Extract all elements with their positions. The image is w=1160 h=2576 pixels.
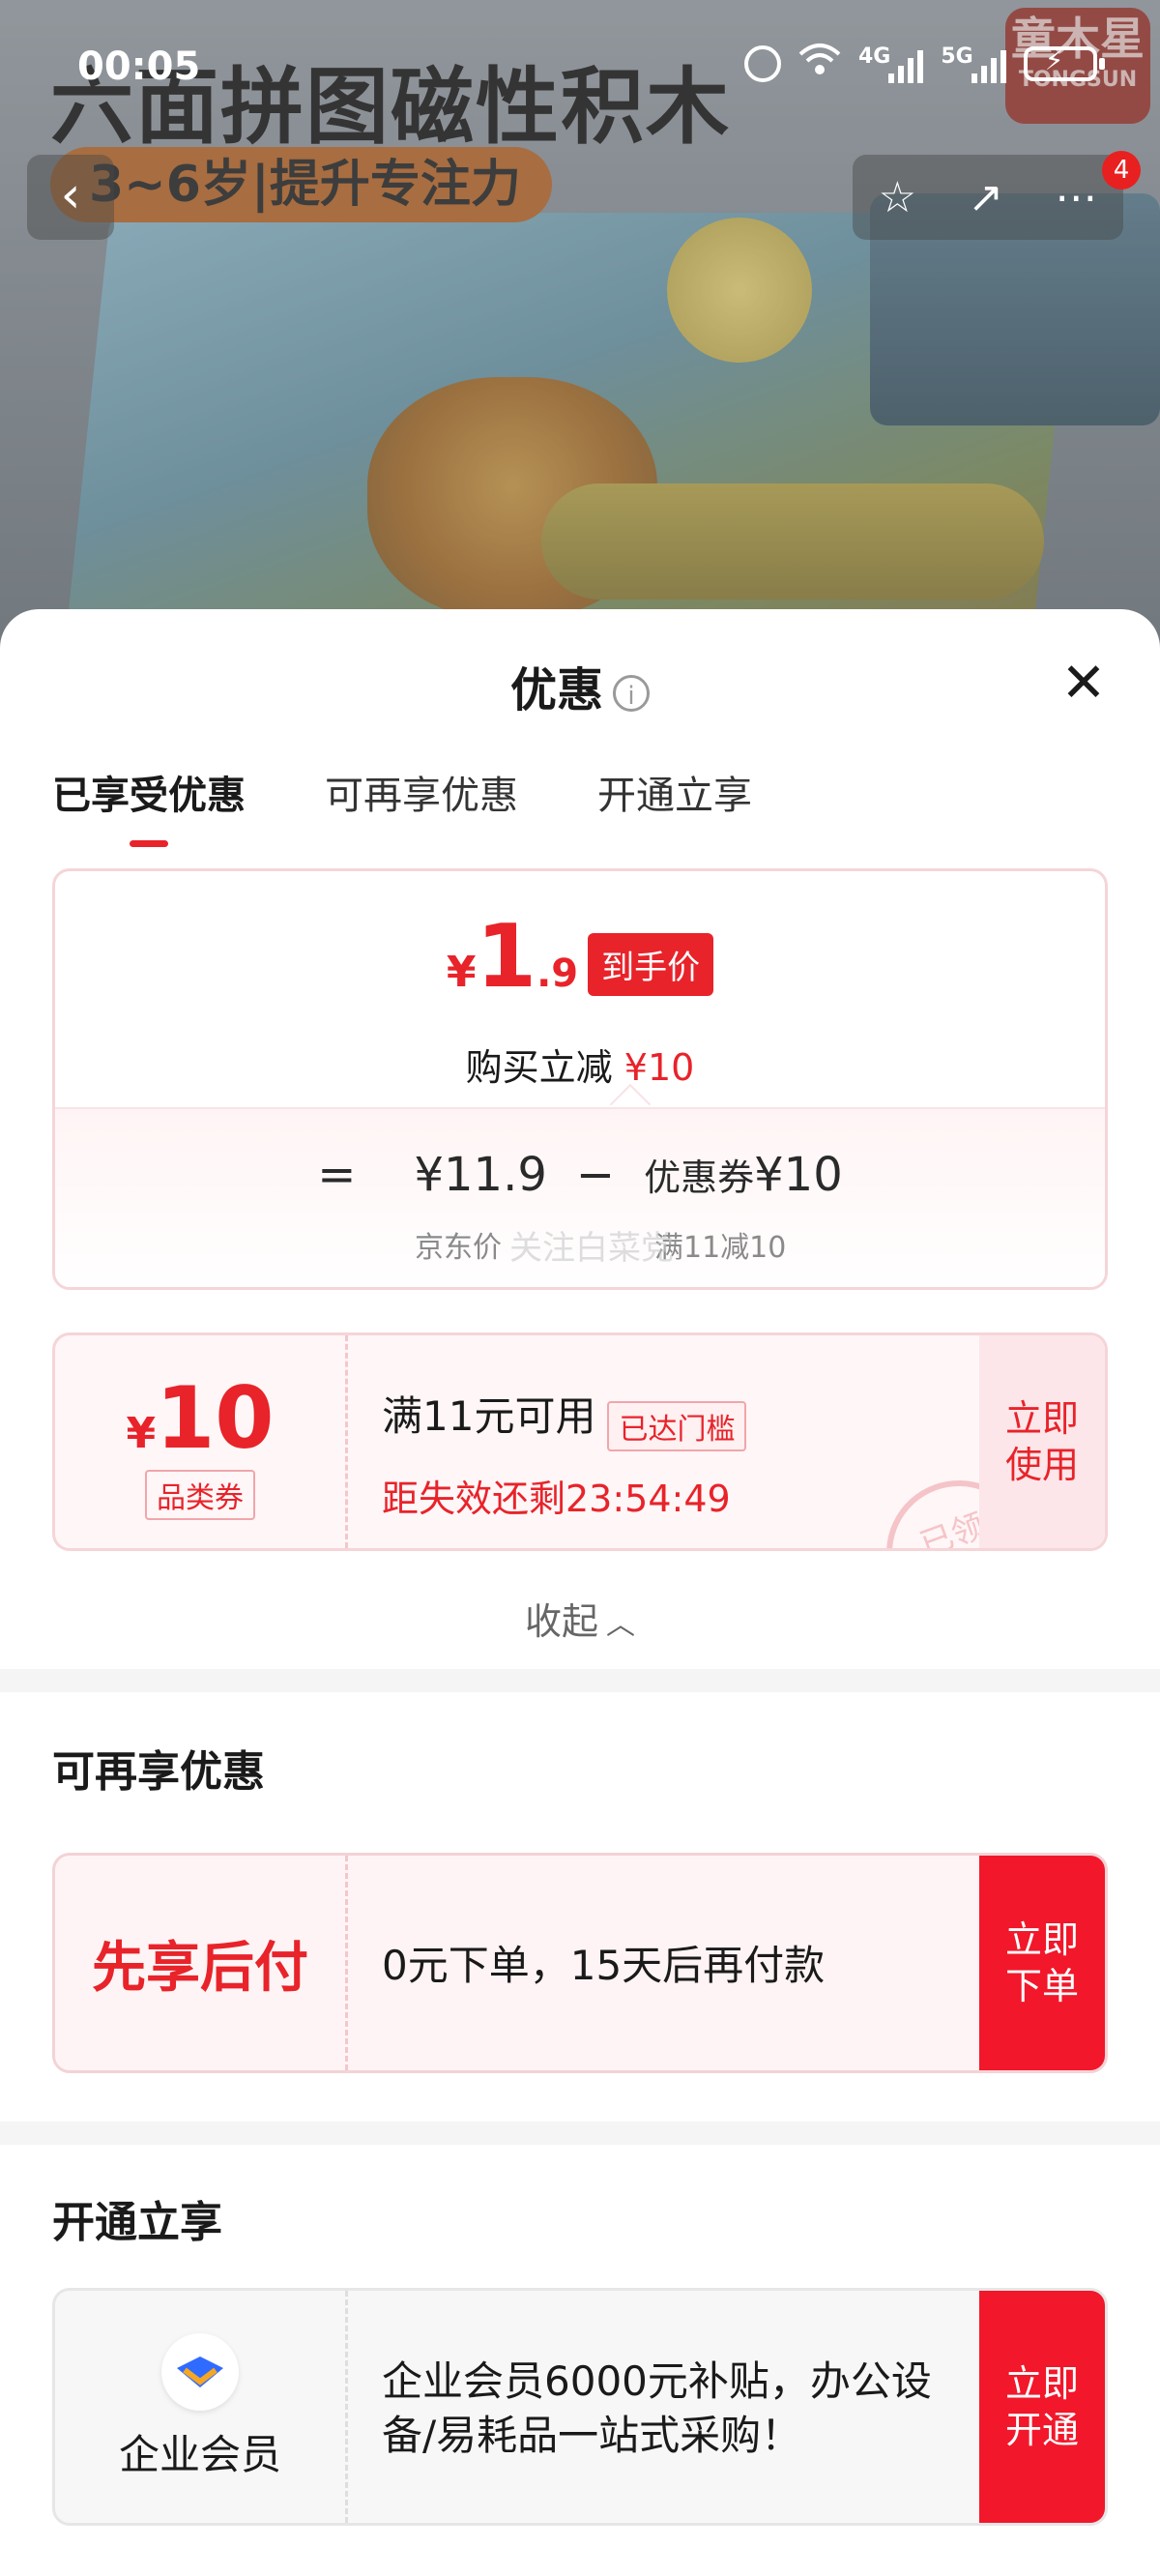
coupon-countdown: 距失效还剩23:54:49 [382,1477,731,1520]
info-icon[interactable]: i [613,675,650,712]
chevron-left-icon: ‹ [60,166,81,224]
price-decimal: .9 [536,951,579,996]
tab-enjoyed[interactable]: 已享受优惠 [52,764,246,847]
coupon-type-badge: 品类券 [145,1470,255,1520]
back-button[interactable]: ‹ [27,155,114,240]
formula-line: = ¥11.9− 优惠券¥10 [55,1148,1105,1202]
coupon-amount-value: 10 [156,1368,275,1468]
sheet-title: 优惠 [509,663,603,717]
discount-tabs: 已享受优惠 可再享优惠 开通立享 [52,764,752,847]
price-integer: 1 [476,906,537,1008]
order-now-label: 立即 下单 [1004,1918,1079,2007]
favorite-star-icon[interactable]: ☆ [879,173,916,222]
message-badge: 4 [1102,151,1141,190]
coupon-condition: 满11元可用 [382,1392,596,1440]
enterprise-member-block: 企业会员 [55,2291,348,2523]
coupon-formula-label: 优惠券 [644,1156,755,1199]
pay-later-text: 0元下单，15天后再付款 [382,1942,826,1989]
status-bar: 00:05 4G 5G [0,0,1160,135]
network-label-4g: 4G [858,44,891,69]
enterprise-member-text: 企业会员6000元补贴，办公设备/易耗品一站式采购！ [382,2357,932,2459]
activate-title: 开通立享 [52,2198,222,2247]
price-formula: = ¥11.9− 优惠券¥10 京东价 满11减10 关注白菜党 [55,1107,1105,1287]
wifi-icon [798,43,841,85]
collapse-button[interactable]: 收起 ︿ [0,1592,1160,1645]
reduction-value: ¥10 [624,1046,695,1089]
use-now-button[interactable]: 立即 使用 [979,1335,1105,1548]
enterprise-member-card: 企业会员 企业会员6000元补贴，办公设备/易耗品一站式采购！ 立即 开通 [52,2288,1108,2526]
price-summary-card: ¥1.9 到手价 购买立减 ¥10 = ¥11.9− 优惠券¥10 京东价 满11减1… [52,868,1108,1290]
activate-now-label: 立即 开通 [1004,2362,1079,2451]
order-now-button[interactable]: 立即 下单 [979,1856,1105,2070]
pay-later-card: 先享后付 0元下单，15天后再付款 立即 下单 [52,1853,1108,2073]
coupon-rule: 满11减10 [654,1231,787,1265]
signal-4g-icon: 4G [858,44,924,83]
use-now-label: 立即 使用 [1004,1397,1079,1486]
alarm-icon [744,45,781,82]
section-divider [0,1669,1160,1692]
minus-sign: − [575,1148,616,1202]
jd-price-label: 京东价 [415,1231,502,1265]
battery-charging-icon [1023,44,1105,81]
coupon-currency: ¥ [126,1409,157,1458]
close-icon[interactable]: ✕ [1059,657,1108,711]
status-icons: 4G 5G [744,43,1105,85]
pay-later-label: 先享后付 [92,1936,308,2000]
share-icon[interactable]: ↗ [968,173,1003,222]
sheet-header: 优惠 i [0,652,1160,719]
threshold-reached-badge: 已达门槛 [607,1400,747,1451]
section-divider [0,2122,1160,2145]
coupon-formula-value: ¥10 [754,1148,843,1202]
final-price: ¥1.9 到手价 [55,906,1105,1013]
signal-5g-icon: 5G [941,44,1006,83]
coupon-amount: ¥10 [55,1368,345,1468]
category-coupon: ¥10 品类券 满11元可用 已达门槛 距失效还剩23:54:49 已领 立即 使… [52,1332,1108,1551]
activate-now-button[interactable]: 立即 开通 [979,2291,1105,2523]
final-price-tag: 到手价 [588,933,714,996]
status-time: 00:05 [77,44,201,89]
reduction-label: 购买立减 [465,1046,613,1089]
tab-more-offers[interactable]: 可再享优惠 [325,764,518,820]
more-offers-title: 可再享优惠 [52,1747,265,1797]
more-dots-icon[interactable]: ⋯ [1055,173,1097,222]
instant-reduction: 购买立减 ¥10 [55,1038,1105,1091]
top-actions: ☆ ↗ ⋯ [853,155,1123,240]
tab-activate[interactable]: 开通立享 [597,764,752,820]
enterprise-member-icon [161,2332,239,2411]
enterprise-member-label: 企业会员 [118,2430,281,2478]
watermark: 关注白菜党 [509,1229,674,1268]
collapse-label: 收起 [524,1600,598,1643]
currency-symbol: ¥ [446,948,477,997]
pay-later-label-block: 先享后付 [55,1856,348,2070]
jd-price-value: ¥11.9 [414,1148,547,1202]
discount-sheet: 优惠 i ✕ 已享受优惠 可再享优惠 开通立享 ¥1.9 到手价 购买立减 ¥10 … [0,609,1160,2576]
equals-sign: = [317,1148,357,1202]
coupon-value-block: ¥10 品类券 [55,1335,348,1548]
chevron-up-icon: ︿ [606,1608,635,1642]
network-label-5g: 5G [941,44,973,69]
coupon-details: 满11元可用 已达门槛 距失效还剩23:54:49 [382,1384,747,1522]
